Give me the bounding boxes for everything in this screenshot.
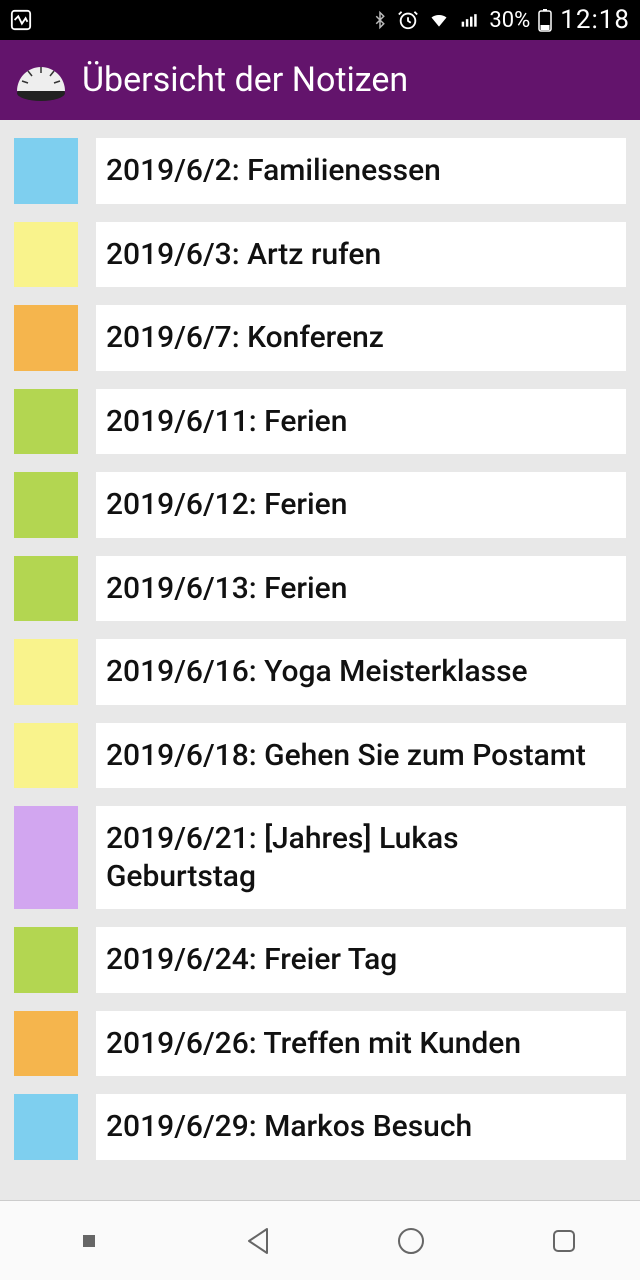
bluetooth-icon [371,9,389,31]
status-bar: 30% 12:18 [0,0,640,40]
note-text: 2019/6/16: Yoga Meisterklasse [106,653,528,691]
note-text: 2019/6/18: Gehen Sie zum Postamt [106,737,586,775]
screen: 30% 12:18 Übersicht der [0,0,640,1280]
note-card[interactable]: 2019/6/11: Ferien [96,389,626,455]
color-swatch [14,639,78,705]
color-swatch [14,138,78,204]
color-swatch [14,305,78,371]
nav-back-icon[interactable] [234,1216,284,1266]
note-card[interactable]: 2019/6/18: Gehen Sie zum Postamt [96,723,626,789]
note-card[interactable]: 2019/6/24: Freier Tag [96,927,626,993]
note-card[interactable]: 2019/6/26: Treffen mit Kunden [96,1011,626,1077]
list-item[interactable]: 2019/6/18: Gehen Sie zum Postamt [14,723,626,789]
note-card[interactable]: 2019/6/12: Ferien [96,472,626,538]
note-text: 2019/6/26: Treffen mit Kunden [106,1025,521,1063]
nav-recent-icon[interactable] [539,1216,589,1266]
battery-percent: 30% [489,8,530,33]
color-swatch [14,806,78,909]
list-item[interactable]: 2019/6/13: Ferien [14,556,626,622]
list-item[interactable]: 2019/6/7: Konferenz [14,305,626,371]
activity-icon [10,9,32,31]
note-card[interactable]: 2019/6/3: Artz rufen [96,222,626,288]
clock-time: 12:18 [560,5,630,35]
list-item[interactable]: 2019/6/12: Ferien [14,472,626,538]
list-item[interactable]: 2019/6/29: Markos Besuch [14,1094,626,1160]
signal-icon [459,10,481,30]
color-swatch [14,1094,78,1160]
battery-icon [538,8,552,32]
note-card[interactable]: 2019/6/2: Familienessen [96,138,626,204]
note-card[interactable]: 2019/6/7: Konferenz [96,305,626,371]
notes-list[interactable]: 2019/6/2: Familienessen 2019/6/3: Artz ru… [0,120,640,1200]
note-text: 2019/6/7: Konferenz [106,319,384,357]
note-text: 2019/6/21: [Jahres] Lukas Geburtstag [106,820,616,895]
note-card[interactable]: 2019/6/21: [Jahres] Lukas Geburtstag [96,806,626,909]
nav-menu-icon[interactable] [51,1216,131,1266]
list-item[interactable]: 2019/6/21: [Jahres] Lukas Geburtstag [14,806,626,909]
list-item[interactable]: 2019/6/16: Yoga Meisterklasse [14,639,626,705]
app-title: Übersicht der Notizen [82,60,408,100]
list-item[interactable]: 2019/6/3: Artz rufen [14,222,626,288]
color-swatch [14,1011,78,1077]
list-item[interactable]: 2019/6/24: Freier Tag [14,927,626,993]
nav-home-icon[interactable] [386,1216,436,1266]
note-text: 2019/6/11: Ferien [106,403,347,441]
note-text: 2019/6/29: Markos Besuch [106,1108,472,1146]
alarm-icon [397,9,419,31]
note-card[interactable]: 2019/6/16: Yoga Meisterklasse [96,639,626,705]
color-swatch [14,472,78,538]
list-item[interactable]: 2019/6/26: Treffen mit Kunden [14,1011,626,1077]
note-text: 2019/6/12: Ferien [106,486,347,524]
color-swatch [14,556,78,622]
note-text: 2019/6/3: Artz rufen [106,236,381,274]
color-swatch [14,927,78,993]
note-text: 2019/6/13: Ferien [106,570,347,608]
color-swatch [14,222,78,288]
color-swatch [14,723,78,789]
app-bar: Übersicht der Notizen [0,40,640,120]
app-logo-icon [14,53,68,107]
note-text: 2019/6/24: Freier Tag [106,941,397,979]
list-item[interactable]: 2019/6/11: Ferien [14,389,626,455]
note-card[interactable]: 2019/6/13: Ferien [96,556,626,622]
nav-bar [0,1200,640,1280]
list-item[interactable]: 2019/6/2: Familienessen [14,138,626,204]
note-card[interactable]: 2019/6/29: Markos Besuch [96,1094,626,1160]
color-swatch [14,389,78,455]
note-text: 2019/6/2: Familienessen [106,152,441,190]
wifi-icon [427,10,451,30]
